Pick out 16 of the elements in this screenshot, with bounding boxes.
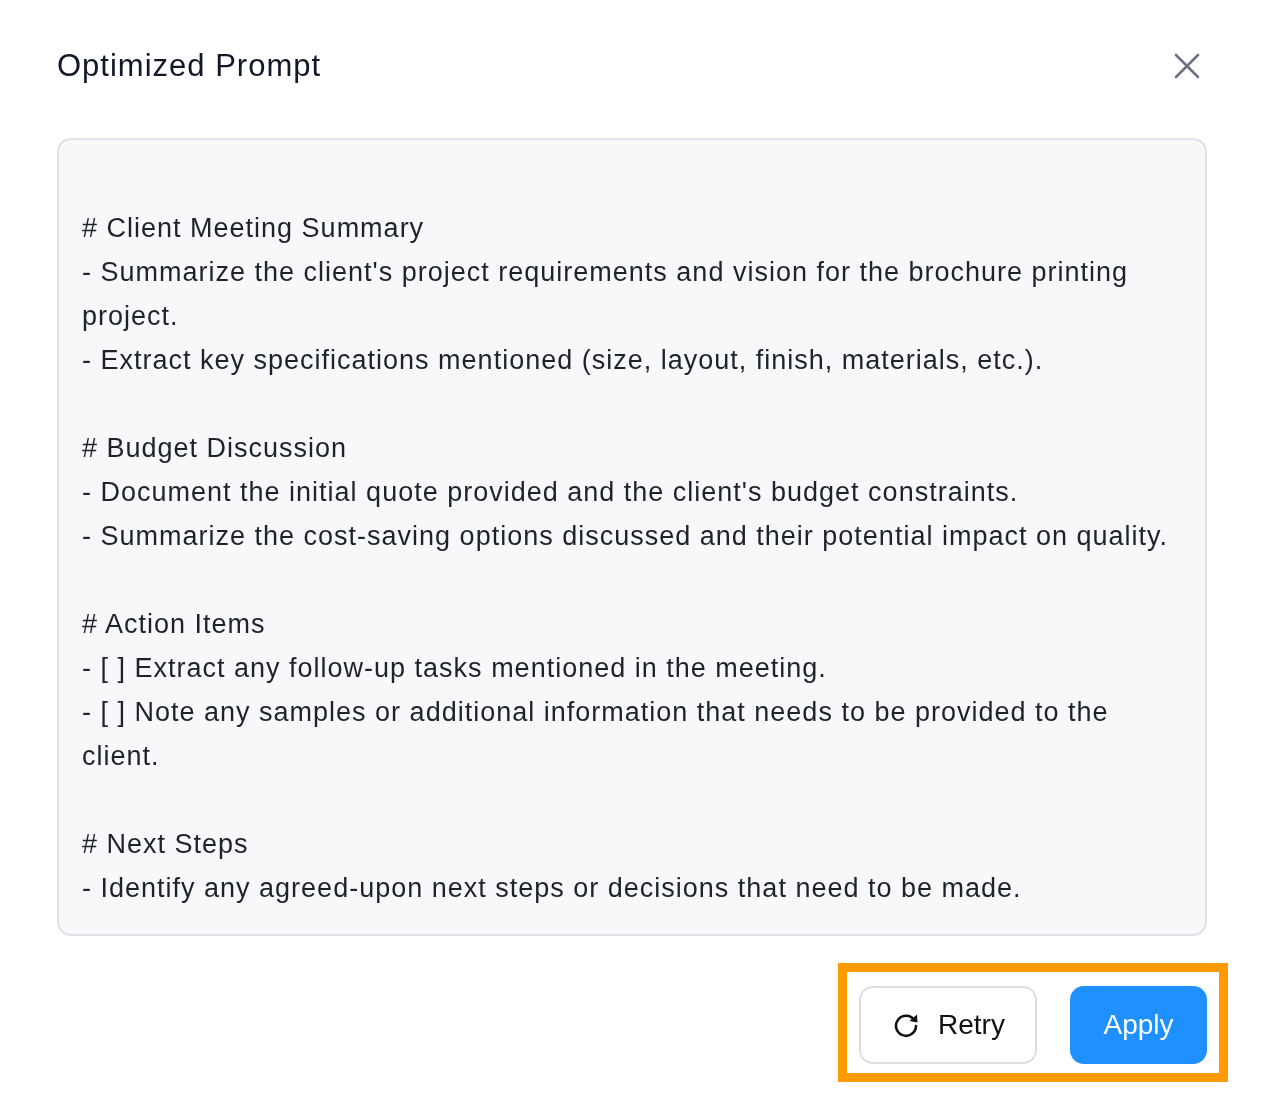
retry-button[interactable]: Retry [859, 986, 1037, 1064]
close-button[interactable] [1174, 53, 1200, 79]
refresh-icon [893, 1012, 919, 1038]
prompt-line: - Summarize the cost-saving options discussed and their potential impact on quality. [82, 520, 1169, 553]
prompt-line: - [ ] Note any samples or additional information that needs to be provided to the client. [82, 696, 1110, 773]
section-heading: # Action Items [82, 608, 267, 641]
section-heading: # Client Meeting Summary [82, 212, 426, 245]
prompt-line: - Document the initial quote provided and the client's budget constraints. [82, 476, 1020, 509]
section-heading: # Next Steps [82, 828, 250, 861]
prompt-line: - [ ] Extract any follow-up tasks mentioned in the meeting. [82, 652, 828, 685]
prompt-line: - Identify any agreed-upon next steps or decisions that need to be made. [82, 872, 1023, 905]
section-heading: # Budget Discussion [82, 432, 349, 465]
dialog-title: Optimized Prompt [57, 48, 322, 84]
close-icon [1174, 53, 1200, 79]
prompt-line: - Extract key specifications mentioned (size, layout, finish, materials, etc.). [82, 344, 1045, 377]
prompt-line: - Summarize the client's project requirements and vision for the brochure printing project. [82, 256, 1130, 333]
